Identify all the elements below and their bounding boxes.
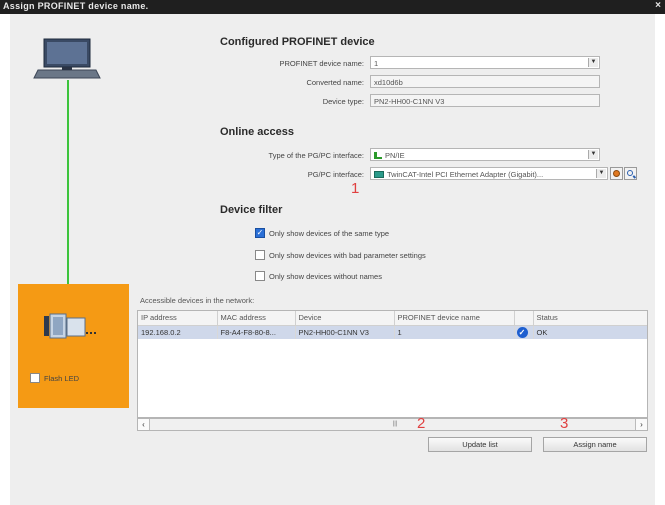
assign-name-button[interactable]: Assign name (543, 437, 647, 452)
iface-value: TwinCAT-Intel PCI Ethernet Adapter (Giga… (387, 170, 544, 179)
annotation-2: 2 (417, 415, 426, 432)
window-title: Assign PROFINET device name. (3, 1, 149, 11)
configured-device-heading: Configured PROFINET device (220, 36, 375, 48)
col-ip-address[interactable]: IP address (138, 311, 218, 326)
assign-name-dialog: Flash LED Configured PROFINET device PRO… (10, 14, 655, 505)
iface-type-dropdown[interactable]: PN/IE ▼ (370, 148, 600, 161)
table-header-row: IP address MAC address Device PROFINET d… (138, 311, 647, 326)
device-panel: Flash LED (18, 284, 129, 408)
devices-table-container: IP address MAC address Device PROFINET d… (137, 310, 648, 418)
device-type-label: Device type: (322, 97, 364, 106)
cell-status-icon: ✓ (514, 325, 534, 339)
cell-profinet-name: 1 (394, 325, 515, 339)
filter-bad-params-checkbox[interactable] (255, 250, 265, 260)
scroll-left-icon[interactable]: ‹ (138, 419, 150, 430)
filter-no-names-checkbox[interactable] (255, 271, 265, 281)
converted-name-field: xd10d6b (370, 75, 600, 88)
table-row[interactable]: 192.168.0.2 F8-A4-F8-80-8... PN2-HH00-C1… (138, 325, 647, 339)
iface-type-value: PN/IE (385, 151, 405, 160)
iface-label: PG/PC interface: (307, 170, 364, 179)
search-icon[interactable] (624, 167, 637, 180)
filter-bad-params-label: Only show devices with bad parameter set… (269, 251, 426, 260)
filter-no-names-label: Only show devices without names (269, 272, 382, 281)
flash-led-checkbox[interactable] (30, 373, 40, 383)
annotation-3: 3 (560, 415, 569, 432)
online-access-heading: Online access (220, 126, 294, 138)
col-status[interactable]: Status (533, 311, 647, 326)
chevron-down-icon[interactable]: ▼ (596, 169, 606, 178)
flash-led-label: Flash LED (44, 374, 80, 383)
filter-same-type-label: Only show devices of the same type (269, 229, 390, 238)
online-settings-icon[interactable] (610, 167, 623, 180)
close-icon[interactable]: × (655, 0, 661, 11)
cell-device: PN2-HH00-C1NN V3 (295, 325, 395, 339)
scroll-right-icon[interactable]: › (635, 419, 647, 430)
ok-check-icon: ✓ (516, 326, 528, 338)
iface-dropdown[interactable]: TwinCAT-Intel PCI Ethernet Adapter (Giga… (370, 167, 608, 180)
profinet-device-icon (42, 312, 102, 340)
cell-mac: F8-A4-F8-80-8... (217, 325, 296, 339)
network-devices-caption: Accessible devices in the network: (140, 296, 255, 305)
pg-pc-icon (32, 38, 102, 80)
pn-ie-icon (374, 152, 382, 159)
update-list-button[interactable]: Update list (428, 437, 532, 452)
converted-name-label: Converted name: (306, 78, 364, 87)
iface-type-label: Type of the PG/PC interface: (268, 151, 364, 160)
network-adapter-icon (374, 171, 384, 178)
scroll-thumb-grip-icon[interactable]: ||| (390, 419, 400, 430)
devices-horizontal-scrollbar[interactable]: ‹ ||| › (137, 418, 648, 431)
devices-table: IP address MAC address Device PROFINET d… (138, 311, 647, 339)
cell-status: OK (533, 325, 647, 339)
filter-same-type-checkbox[interactable]: ✓ (255, 228, 265, 238)
col-status-icon[interactable] (514, 311, 534, 326)
annotation-1: 1 (351, 180, 360, 197)
chevron-down-icon[interactable]: ▼ (588, 150, 598, 159)
profinet-name-value: 1 (374, 59, 379, 68)
profinet-name-label: PROFINET device name: (279, 59, 364, 68)
device-type-field: PN2-HH00-C1NN V3 (370, 94, 600, 107)
col-device[interactable]: Device (295, 311, 395, 326)
device-filter-heading: Device filter (220, 204, 283, 216)
cell-ip: 192.168.0.2 (138, 325, 218, 339)
title-bar: Assign PROFINET device name. × (0, 0, 665, 14)
profinet-name-dropdown[interactable]: 1 ▼ (370, 56, 600, 69)
network-link-line (67, 80, 69, 298)
col-mac-address[interactable]: MAC address (217, 311, 296, 326)
col-profinet-name[interactable]: PROFINET device name (394, 311, 515, 326)
chevron-down-icon[interactable]: ▼ (588, 58, 598, 67)
